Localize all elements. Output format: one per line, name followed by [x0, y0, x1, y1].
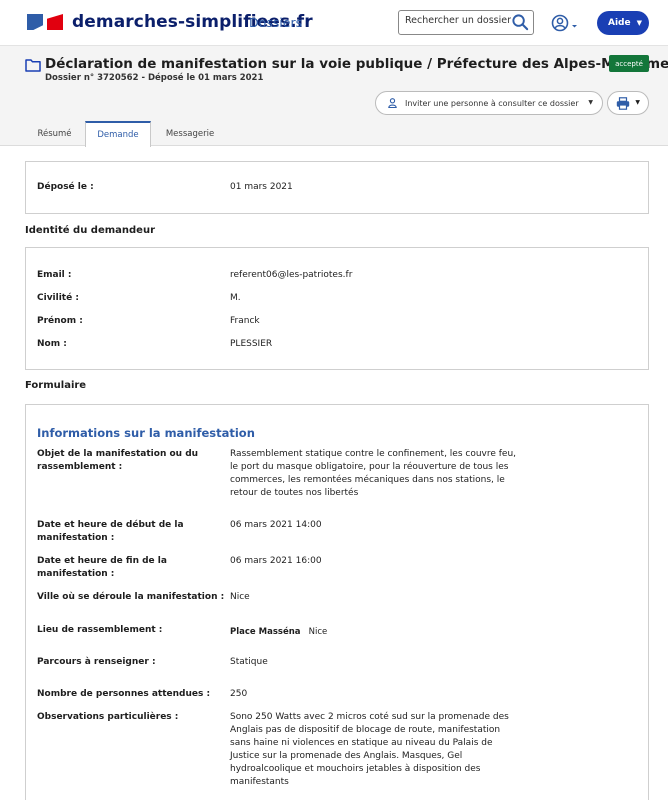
printer-icon [616, 97, 630, 110]
marianne-logo-icon[interactable] [27, 14, 63, 30]
firstname-value: Franck [230, 316, 260, 326]
help-button-label: Aide [608, 18, 631, 28]
search-field[interactable] [398, 10, 534, 35]
email-value: referent06@les-patriotes.fr [230, 270, 353, 280]
tab-demande[interactable]: Demande [85, 121, 151, 147]
search-input[interactable] [405, 15, 511, 26]
field-value: 250 [230, 689, 248, 699]
lastname-value: PLESSIER [230, 339, 273, 349]
invite-person-button[interactable]: Inviter une personne à consulter ce doss… [375, 91, 603, 115]
field-label: Lieu de rassemblement : [37, 625, 163, 635]
dossier-title: Déclaration de manifestation sur la voie… [45, 56, 668, 72]
field-value: Sono 250 Watts avec 2 micros coté sud su… [230, 712, 509, 787]
form-card: Informations sur la manifestation Objet … [25, 404, 649, 800]
field-label: Parcours à renseigner : [37, 657, 156, 667]
help-button[interactable]: Aide ▼ [597, 11, 649, 35]
nav-dossiers-link[interactable]: Dossiers [249, 15, 302, 30]
invite-button-label: Inviter une personne à consulter ce doss… [405, 98, 579, 108]
field-label: Nombre de personnes attendues : [37, 689, 211, 699]
field-value: 06 mars 2021 14:00 [230, 520, 322, 530]
dossier-header: Déclaration de manifestation sur la voie… [0, 46, 668, 147]
field-label: Date et heure de fin de la manifestation … [37, 556, 167, 579]
print-button[interactable]: ▼ [607, 91, 649, 115]
field-value: 06 mars 2021 16:00 [230, 556, 322, 566]
chevron-down-icon: ▼ [636, 19, 642, 27]
chevron-down-icon: ▼ [588, 99, 593, 106]
civility-label: Civilité : [37, 293, 79, 303]
tab-resume[interactable]: Résumé [25, 121, 84, 146]
field-label: Ville où se déroule la manifestation : [37, 592, 225, 602]
search-icon[interactable] [511, 13, 530, 32]
folder-icon [25, 59, 41, 72]
dossier-number: Dossier n° 3720562 - Déposé le 01 mars 2… [45, 73, 264, 83]
identity-section-title: Identité du demandeur [25, 225, 156, 236]
field-value: Nice [230, 592, 250, 602]
field-label: Observations particulières : [37, 712, 179, 722]
chevron-down-icon: ▼ [635, 99, 640, 106]
deposit-label: Déposé le : [37, 182, 94, 192]
deposit-card: Déposé le : 01 mars 2021 [25, 161, 649, 214]
email-label: Email : [37, 270, 72, 280]
field-value: Place Masséna Nice [230, 627, 328, 637]
person-icon [388, 98, 397, 108]
deposit-value: 01 mars 2021 [230, 182, 293, 192]
form-heading: Informations sur la manifestation [37, 426, 255, 440]
form-section-title: Formulaire [25, 380, 87, 391]
identity-card: Email : referent06@les-patriotes.fr Civi… [25, 247, 649, 370]
user-account-icon[interactable] [551, 13, 579, 33]
firstname-label: Prénom : [37, 316, 83, 326]
field-value: Statique [230, 657, 268, 667]
tab-messagerie[interactable]: Messagerie [155, 121, 225, 146]
status-badge: accepté [609, 55, 649, 72]
field-label: Objet de la manifestation ou du rassemble… [37, 449, 199, 472]
field-label: Date et heure de début de la manifestatio… [37, 520, 184, 543]
top-header: demarches-simplifiees.fr Dossiers Aide ▼ [0, 0, 668, 46]
field-value: Rassemblement statique contre le confine… [230, 449, 517, 498]
lastname-label: Nom : [37, 339, 67, 349]
civility-value: M. [230, 293, 241, 303]
